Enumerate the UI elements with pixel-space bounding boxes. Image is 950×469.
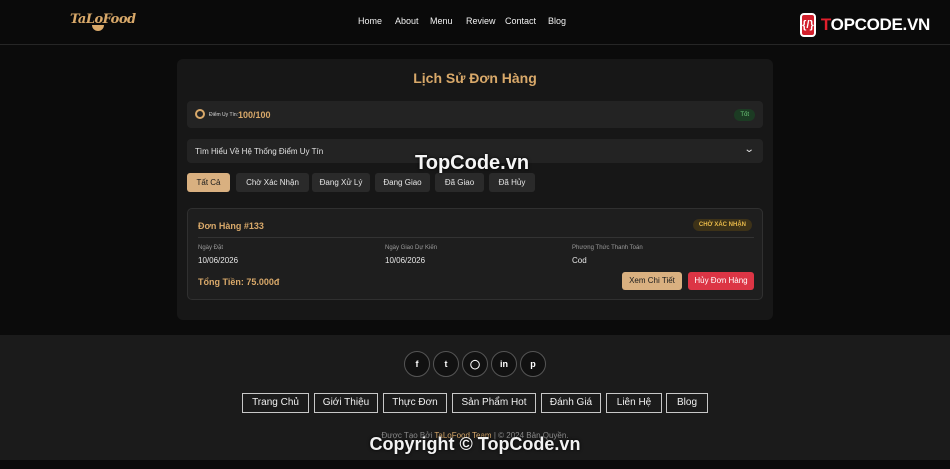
order-date: Ngày Đặt 10/06/2026 bbox=[198, 245, 239, 265]
footer-link-reviews[interactable]: Đánh Giá bbox=[541, 393, 601, 413]
cancel-order-button[interactable]: Hủy Đơn Hàng bbox=[688, 272, 754, 290]
order-history-panel: Lịch Sử Đơn Hàng Điểm Uy Tín: 100/100 Tố… bbox=[177, 59, 773, 320]
logo[interactable]: TaLoFood bbox=[70, 9, 136, 33]
bottom-strip bbox=[0, 460, 950, 469]
page-title: Lịch Sử Đơn Hàng bbox=[413, 70, 537, 86]
bowl-icon bbox=[92, 25, 104, 31]
facebook-icon[interactable]: f bbox=[404, 351, 430, 377]
code-icon: {/} bbox=[800, 13, 816, 37]
footer-link-contact[interactable]: Liên Hệ bbox=[606, 393, 662, 413]
tab-all[interactable]: Tất Cả bbox=[187, 173, 230, 192]
watermark-logo: {/} TOPCODE.VN bbox=[800, 10, 930, 40]
footer-link-blog[interactable]: Blog bbox=[666, 393, 708, 413]
instagram-icon[interactable]: ◯ bbox=[462, 351, 488, 377]
footer-link-about[interactable]: Giới Thiệu bbox=[314, 393, 378, 413]
linkedin-icon[interactable]: in bbox=[491, 351, 517, 377]
tab-shipping[interactable]: Đang Giao bbox=[375, 173, 430, 192]
site-footer: f t ◯ in p Trang Chủ Giới Thiệu Thực Đơn… bbox=[0, 335, 950, 460]
payment-method: Phương Thức Thanh Toán Cod bbox=[572, 245, 643, 265]
watermark-center: TopCode.vn bbox=[415, 152, 530, 174]
delivery-date: Ngày Giao Dự Kiến 10/06/2026 bbox=[385, 245, 438, 265]
footer-link-menu[interactable]: Thực Đơn bbox=[383, 393, 447, 413]
site-header: TaLoFood Home About Menu Review Contact … bbox=[0, 0, 950, 45]
order-total: Tổng Tiền: 75.000đ bbox=[198, 277, 280, 287]
nav-blog[interactable]: Blog bbox=[548, 16, 566, 26]
watermark-copyright: Copyright © TopCode.vn bbox=[369, 434, 581, 454]
tab-pending[interactable]: Chờ Xác Nhận bbox=[236, 173, 309, 192]
view-detail-button[interactable]: Xem Chi Tiết bbox=[622, 272, 682, 290]
order-card: Đơn Hàng #133 CHỜ XÁC NHẬN Ngày Đặt 10/0… bbox=[187, 208, 763, 300]
tab-processing[interactable]: Đang Xử Lý bbox=[312, 173, 370, 192]
accordion-label: Tìm Hiểu Về Hệ Thống Điểm Uy Tín bbox=[195, 147, 324, 156]
nav-home[interactable]: Home bbox=[358, 16, 382, 26]
order-status-badge: CHỜ XÁC NHẬN bbox=[692, 219, 752, 231]
trust-status-badge: Tốt bbox=[734, 109, 755, 121]
order-title: Đơn Hàng #133 bbox=[198, 221, 264, 231]
footer-link-hot-products[interactable]: Sản Phẩm Hot bbox=[452, 393, 536, 413]
chevron-down-icon[interactable]: ⌄ bbox=[743, 144, 754, 155]
pinterest-icon[interactable]: p bbox=[520, 351, 546, 377]
nav-menu[interactable]: Menu bbox=[430, 16, 453, 26]
divider bbox=[198, 237, 754, 238]
trust-score-value: 100/100 bbox=[238, 110, 271, 120]
twitter-icon[interactable]: t bbox=[433, 351, 459, 377]
footer-link-home[interactable]: Trang Chủ bbox=[242, 393, 309, 413]
nav-contact[interactable]: Contact bbox=[505, 16, 536, 26]
trust-score-label: Điểm Uy Tín: bbox=[209, 112, 239, 118]
nav-about[interactable]: About bbox=[395, 16, 419, 26]
medal-icon bbox=[195, 109, 205, 119]
nav-review[interactable]: Review bbox=[466, 16, 496, 26]
watermark-brand: TOPCODE.VN bbox=[820, 15, 930, 34]
tab-delivered[interactable]: Đã Giao bbox=[435, 173, 484, 192]
tab-cancelled[interactable]: Đã Hủy bbox=[489, 173, 535, 192]
trust-score-bar: Điểm Uy Tín: 100/100 Tốt bbox=[187, 101, 763, 128]
